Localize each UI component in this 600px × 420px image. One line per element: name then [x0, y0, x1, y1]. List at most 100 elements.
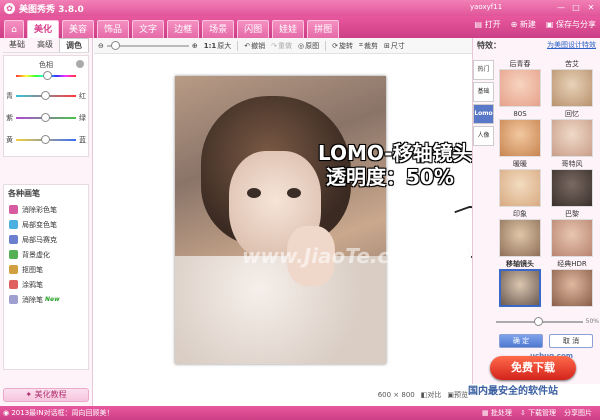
effect-category-0[interactable]: 热门: [473, 60, 494, 80]
cancel-button[interactable]: 取 消: [549, 334, 593, 348]
effect-buttons: 确 定 取 消: [499, 334, 593, 348]
undo-button[interactable]: ↶ 撤销: [244, 41, 265, 51]
hue-knob[interactable]: [43, 71, 52, 80]
sub-tabs: 基础 高级 调色: [3, 38, 89, 53]
tab-3[interactable]: 文字: [132, 20, 165, 38]
zoom-in-icon[interactable]: ⊕: [192, 42, 198, 50]
tab-8[interactable]: 拼图: [307, 20, 340, 38]
size-button[interactable]: ⊞ 尺寸: [384, 41, 405, 51]
effect-category-1[interactable]: 基础: [473, 82, 494, 102]
tab-6[interactable]: 闪图: [237, 20, 270, 38]
slider-knob[interactable]: [41, 135, 50, 144]
effect-preview: [499, 219, 541, 257]
opacity-slider[interactable]: 50%: [496, 316, 599, 326]
maximize-icon[interactable]: □: [570, 2, 582, 13]
effect-thumb[interactable]: 移轴镜头: [496, 260, 544, 307]
user-name[interactable]: yaoxyf11: [470, 3, 502, 11]
effect-thumb[interactable]: 80S: [496, 110, 544, 157]
close-icon[interactable]: ✕: [585, 2, 597, 13]
effect-thumb[interactable]: 暖暖: [496, 160, 544, 207]
subtab-1[interactable]: 高级: [31, 38, 59, 52]
edited-photo[interactable]: [175, 76, 386, 364]
slider-left-label: 紫: [6, 114, 13, 122]
zoom-control[interactable]: ⊖ ⊕: [98, 40, 198, 50]
effect-label: 苦艾: [565, 60, 579, 68]
new-button[interactable]: ⊕ 新建: [511, 19, 536, 30]
effect-category-2[interactable]: Lomo: [473, 104, 494, 124]
effect-thumb[interactable]: 后青春: [496, 60, 544, 107]
effect-preview: [499, 119, 541, 157]
hue-track[interactable]: [16, 71, 76, 80]
batch-button[interactable]: ▦ 批处理: [482, 408, 512, 418]
brush-icon: [9, 220, 18, 229]
size-label: 尺寸: [390, 41, 405, 50]
brush-item[interactable]: 抠图笔: [4, 262, 88, 277]
compare-button[interactable]: ◧对比: [421, 390, 442, 400]
app-title: 美图秀秀 3.8.0: [19, 4, 84, 15]
actual-size-button[interactable]: 1:1 原大: [204, 41, 232, 51]
tab-4[interactable]: 边框: [167, 20, 200, 38]
redo-button[interactable]: ↷ 重做: [271, 41, 292, 51]
effect-thumb[interactable]: 哥特风: [548, 160, 596, 207]
zoom-track[interactable]: [106, 40, 189, 50]
rotate-button[interactable]: ⟳ 旋转: [332, 41, 353, 51]
color-slider-0[interactable]: 青红: [6, 90, 86, 102]
slider-knob[interactable]: [41, 91, 50, 100]
brush-item[interactable]: 局部变色笔: [4, 217, 88, 232]
image-dimensions: 600 × 800: [377, 391, 415, 399]
hue-slider[interactable]: [6, 70, 86, 82]
slider-track[interactable]: [16, 91, 76, 100]
opacity-track[interactable]: [496, 316, 583, 326]
effect-thumb[interactable]: 经典HDR: [548, 260, 596, 307]
brush-icon: [9, 265, 18, 274]
zoom-out-icon[interactable]: ⊖: [98, 42, 104, 50]
brush-item[interactable]: 消除笔 New: [4, 292, 88, 307]
share-image-button[interactable]: 分享图片: [564, 408, 592, 418]
slider-knob[interactable]: [41, 113, 50, 122]
download-icon: ⇩: [519, 409, 526, 417]
tab-1[interactable]: 美容: [62, 20, 95, 38]
effect-category-3[interactable]: 人像: [473, 126, 494, 146]
tab-7[interactable]: 娃娃: [272, 20, 305, 38]
effects-title: 特效：: [477, 41, 501, 50]
brush-item[interactable]: 消除彩色笔: [4, 202, 88, 217]
brush-label: 消除彩色笔: [22, 205, 57, 214]
free-download-button[interactable]: 免费下载: [490, 356, 576, 380]
subtab-2[interactable]: 调色: [59, 38, 89, 52]
brush-item[interactable]: 涂鸦笔: [4, 277, 88, 292]
slider-track[interactable]: [16, 113, 76, 122]
effect-thumb[interactable]: 巴黎: [548, 210, 596, 257]
open-button[interactable]: ▤ 打开: [475, 19, 501, 30]
download-manager-button[interactable]: ⇩ 下载管理: [520, 408, 556, 418]
brush-item[interactable]: 局部马赛克: [4, 232, 88, 247]
subtab-0[interactable]: 基础: [3, 38, 31, 52]
opacity-knob[interactable]: [534, 316, 544, 326]
home-button[interactable]: ⌂: [4, 20, 24, 38]
reset-icon[interactable]: [76, 60, 84, 68]
tab-5[interactable]: 场景: [202, 20, 235, 38]
slider-track[interactable]: [16, 135, 76, 144]
batch-icon: ▦: [482, 409, 489, 417]
effect-thumb[interactable]: 苦艾: [548, 60, 596, 107]
ok-button[interactable]: 确 定: [499, 334, 543, 348]
effect-thumb[interactable]: 回忆: [548, 110, 596, 157]
effect-thumb[interactable]: 印象: [496, 210, 544, 257]
design-effect-link[interactable]: 为美图设计特效: [547, 40, 596, 50]
preview-button[interactable]: ▣预览: [447, 390, 468, 400]
zoom-knob[interactable]: [110, 40, 120, 50]
color-slider-1[interactable]: 紫绿: [6, 112, 86, 124]
tutorial-button[interactable]: ✦ 美化教程: [3, 388, 89, 402]
color-slider-2[interactable]: 黄蓝: [6, 134, 86, 146]
tab-2[interactable]: 饰品: [97, 20, 130, 38]
rotate-label: 旋转: [339, 41, 354, 50]
annotation-line-2: 透明度：50%: [326, 165, 454, 189]
news-ticker[interactable]: ◉ 2013最IN对话框：周向回顾美！: [3, 408, 482, 418]
app-logo-icon: ✿: [4, 2, 15, 14]
save-share-button[interactable]: ▣ 保存与分享: [546, 19, 596, 30]
effects-header: 特效： 为美图设计特效: [473, 38, 600, 52]
minimize-icon[interactable]: —: [555, 2, 567, 13]
brush-item[interactable]: 背景虚化: [4, 247, 88, 262]
restore-button[interactable]: ◎ 原图: [298, 41, 319, 51]
crop-button[interactable]: ⌗ 裁剪: [359, 41, 378, 51]
tab-0[interactable]: 美化: [27, 20, 60, 38]
